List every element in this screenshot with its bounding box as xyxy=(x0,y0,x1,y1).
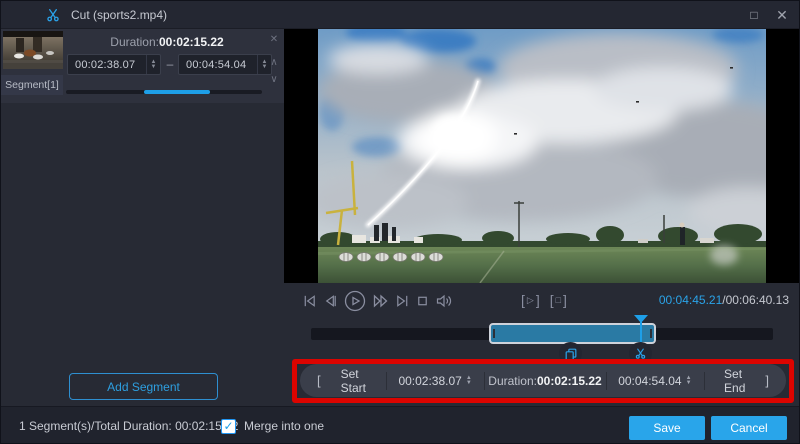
skip-start-icon[interactable] xyxy=(302,293,317,309)
segment-end-time-value[interactable]: 00:04:54.04 xyxy=(179,59,257,71)
segment-end-time-input[interactable]: 00:04:54.04 ▲ ▼ xyxy=(178,54,272,75)
trim-bar: [ Set Start 00:02:38.07 ▲▼ Duration:00:0… xyxy=(300,364,786,397)
trim-duration-value: 00:02:15.22 xyxy=(537,374,602,388)
footer-bar: 1 Segment(s)/Total Duration: 00:02:15.22… xyxy=(1,406,800,444)
scissors-icon xyxy=(634,347,647,360)
range-separator: – xyxy=(164,57,176,71)
duplicate-segment-button[interactable] xyxy=(559,342,582,365)
spinner-down-icon[interactable]: ▼ xyxy=(686,381,692,386)
segment-start-time-value[interactable]: 00:02:38.07 xyxy=(68,59,146,71)
bracket-glyph: [ xyxy=(521,292,525,308)
timeline-selection[interactable] xyxy=(489,323,656,344)
segment-start-spinner[interactable]: ▲ ▼ xyxy=(146,55,160,74)
spinner-down-icon[interactable]: ▼ xyxy=(466,381,472,386)
bracket-glyph: ] xyxy=(536,292,540,308)
scissors-icon xyxy=(45,7,61,23)
segment-entry[interactable]: Duration:00:02:15.22 00:02:38.07 ▲ ▼ – 0… xyxy=(1,29,284,103)
current-time: 00:04:45.21 xyxy=(659,293,722,307)
play-segment-button[interactable]: [▷] xyxy=(521,292,540,308)
trim-duration: Duration:00:02:15.22 xyxy=(488,374,601,388)
dialog-title: Cut (sports2.mp4) xyxy=(71,1,167,29)
skip-end-icon[interactable] xyxy=(395,293,410,309)
trim-end-spinner[interactable]: ▲▼ xyxy=(686,376,692,386)
trim-start-time-input[interactable]: 00:02:38.07 ▲▼ xyxy=(390,374,479,388)
copy-icon xyxy=(564,347,578,361)
segment-range-bar xyxy=(66,90,262,94)
time-display: 00:04:45.21/00:06:40.13 xyxy=(659,293,789,307)
trim-duration-label: Duration: xyxy=(488,374,537,388)
merge-checkbox-label[interactable]: Merge into one xyxy=(244,407,324,444)
cut-dialog-window: Cut (sports2.mp4) □ ✕ xyxy=(0,0,800,444)
spinner-down-icon[interactable]: ▼ xyxy=(151,65,157,70)
move-segment-up-icon[interactable]: ∧ xyxy=(267,56,281,70)
trim-start-time-value[interactable]: 00:02:38.07 xyxy=(398,374,461,388)
segment-list-panel: Duration:00:02:15.22 00:02:38.07 ▲ ▼ – 0… xyxy=(1,29,284,406)
stop-icon[interactable] xyxy=(416,293,429,309)
remove-segment-icon[interactable]: ✕ xyxy=(267,33,281,47)
trim-end-time-input[interactable]: 00:04:54.04 ▲▼ xyxy=(610,374,699,388)
volume-icon[interactable] xyxy=(435,293,454,309)
video-frame xyxy=(318,29,766,283)
trim-end-time-value[interactable]: 00:04:54.04 xyxy=(618,374,681,388)
segment-duration: Duration:00:02:15.22 xyxy=(67,35,267,49)
set-end-bracket: ] xyxy=(761,373,773,388)
transport-controls xyxy=(302,290,454,312)
segment-tab-label[interactable]: Segment[1] xyxy=(1,75,63,95)
segment-range-fill xyxy=(144,90,210,94)
trim-start-spinner[interactable]: ▲▼ xyxy=(466,376,472,386)
set-start-button[interactable]: Set Start xyxy=(325,367,382,395)
set-end-button[interactable]: Set End xyxy=(708,367,761,395)
segment-play-icon: ▷ xyxy=(527,295,534,306)
video-preview[interactable] xyxy=(284,29,800,283)
total-time: /00:06:40.13 xyxy=(722,293,789,307)
add-segment-button[interactable]: Add Segment xyxy=(69,373,218,400)
frame-segment-button[interactable]: [□] xyxy=(550,292,567,308)
bracket-glyph: [ xyxy=(550,292,554,308)
fast-forward-icon[interactable] xyxy=(372,293,389,309)
merge-checkbox[interactable]: ✓ xyxy=(221,419,236,434)
segment-thumbnail[interactable] xyxy=(3,31,63,69)
play-icon[interactable] xyxy=(344,290,366,312)
cancel-button[interactable]: Cancel xyxy=(711,416,787,440)
move-segment-down-icon[interactable]: ∨ xyxy=(267,73,281,87)
maximize-icon[interactable]: □ xyxy=(739,1,769,29)
segments-summary: 1 Segment(s)/Total Duration: 00:02:15.22 xyxy=(19,407,238,444)
playhead-handle[interactable] xyxy=(634,315,648,323)
set-start-bracket: [ xyxy=(313,373,325,388)
close-icon[interactable]: ✕ xyxy=(767,1,797,29)
segment-frame-icon: □ xyxy=(556,295,561,305)
segment-duration-label: Duration: xyxy=(110,35,159,49)
split-segment-button[interactable] xyxy=(629,342,652,365)
bracket-glyph: ] xyxy=(563,292,567,308)
segment-start-time-input[interactable]: 00:02:38.07 ▲ ▼ xyxy=(67,54,161,75)
save-button[interactable]: Save xyxy=(629,416,705,440)
title-bar: Cut (sports2.mp4) □ ✕ xyxy=(1,1,800,29)
segment-preview-controls: [▷] [□] xyxy=(521,292,567,308)
segment-duration-value: 00:02:15.22 xyxy=(159,35,224,49)
step-back-icon[interactable] xyxy=(323,293,338,309)
